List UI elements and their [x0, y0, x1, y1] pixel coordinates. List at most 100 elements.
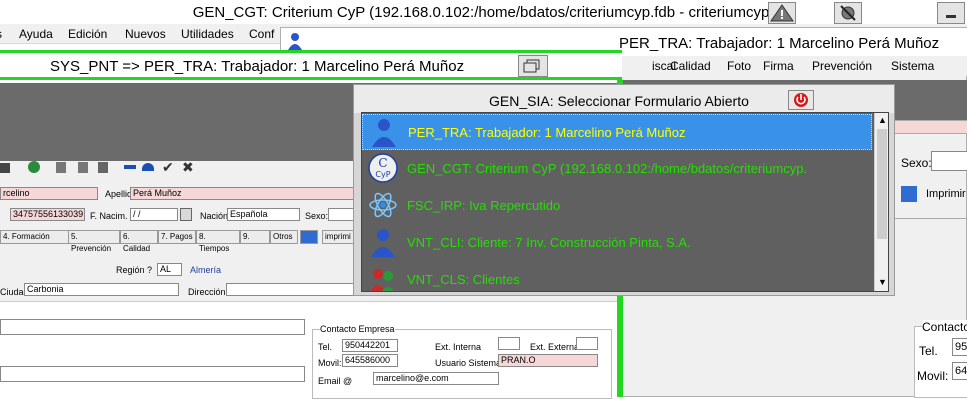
satellite-icon[interactable]	[834, 2, 862, 24]
menu-item-utilidades[interactable]: Utilidades	[181, 27, 234, 41]
copy-icon[interactable]	[56, 162, 66, 173]
menu-item-ayuda[interactable]: Ayuda	[19, 27, 53, 41]
pertra-print-icon[interactable]	[901, 186, 917, 202]
pertra-title-text: PER_TRA: Trabajador: 1 Marcelino Perá Mu…	[619, 35, 940, 52]
tab-prevencion[interactable]: 5. Prevención	[68, 230, 120, 253]
pertra-sexo-select[interactable]	[931, 151, 967, 171]
ciudad-field[interactable]: Carbonia	[24, 283, 179, 296]
pertra-tel-field[interactable]: 95	[952, 338, 967, 356]
scroll-thumb[interactable]	[877, 129, 887, 239]
list-item-label: GEN_CGT: Criterium CyP (192.168.0.102:/h…	[407, 161, 808, 176]
left-field-1[interactable]	[0, 319, 305, 335]
scroll-up-icon[interactable]: ▲	[878, 115, 887, 125]
ext-interna-field[interactable]	[498, 337, 520, 350]
email-field[interactable]: marcelino@e.com	[373, 372, 499, 385]
minus-icon[interactable]	[124, 165, 136, 169]
list-item[interactable]: VNT_CLI: Cliente: 7 Inv. Construcción Pi…	[362, 225, 872, 261]
left-field-2[interactable]	[0, 366, 305, 382]
tools-icon[interactable]	[78, 162, 88, 173]
person-icon	[369, 117, 399, 147]
person-icon	[368, 227, 398, 257]
menu-item-s[interactable]: s	[0, 27, 2, 41]
globe-icon[interactable]	[28, 161, 40, 173]
nacion-label: Nación:	[200, 211, 231, 221]
menu-item-nuevos[interactable]: Nuevos	[125, 27, 166, 41]
dialog-title-bar: GEN_SIA: Seleccionar Formulario Abierto	[354, 85, 894, 113]
warning-icon[interactable]	[768, 2, 796, 24]
menu-item-firma[interactable]: Firma	[763, 59, 794, 73]
pertra-pink-field[interactable]	[886, 120, 967, 134]
movil-label: Movil:	[318, 358, 342, 368]
menu-item-edicion[interactable]: Edición	[68, 27, 107, 41]
pertra-movil-field[interactable]: 64	[952, 362, 967, 380]
list-item[interactable]: PER_TRA: Trabajador: 1 Marcelino Perá Mu…	[362, 114, 872, 150]
menu-item-sistema[interactable]: Sistema	[891, 59, 934, 73]
tel-field[interactable]: 950442201	[342, 339, 398, 352]
usuario-field[interactable]: PRAN.O	[498, 354, 598, 367]
svg-text:C: C	[378, 156, 387, 170]
tab-print-icon[interactable]	[300, 230, 318, 244]
nombre-field[interactable]: rcelino	[0, 187, 98, 200]
tab-pagos[interactable]: 7. Pagos	[158, 230, 196, 244]
apellido-field[interactable]: Perá Muñoz	[130, 187, 355, 200]
pertra-sexo-label: Sexo:	[901, 156, 932, 170]
list-item[interactable]: C CyP GEN_CGT: Criterium CyP (192.168.0.1…	[362, 151, 872, 187]
list-item[interactable]: FSC_IRP: Iva Repercutido	[362, 188, 872, 224]
atom-icon	[368, 190, 398, 220]
syspnt-title-bar: SYS_PNT => PER_TRA: Trabajador: 1 Marcel…	[0, 50, 622, 80]
pertra-imprimir-label[interactable]: Imprimir	[926, 188, 966, 200]
form-tabs: 4. Formación 5. Prevención 6. Calidad 7.…	[0, 230, 360, 253]
menu-item-foto[interactable]: Foto	[727, 59, 751, 73]
menu-item-calidad[interactable]: Calidad	[670, 59, 711, 73]
list-item-label: FSC_IRP: Iva Repercutido	[407, 198, 561, 213]
calendar-icon[interactable]	[180, 208, 192, 221]
sexo-select[interactable]	[328, 208, 356, 221]
list-item-label: PER_TRA: Trabajador: 1 Marcelino Perá Mu…	[408, 125, 686, 140]
region-label: Región ?	[116, 265, 153, 275]
dialog-title-text: GEN_SIA: Seleccionar Formulario Abierto	[489, 93, 749, 109]
minimize-button[interactable]	[937, 2, 965, 24]
region-code-field[interactable]: AL	[157, 263, 182, 276]
fnacim-field[interactable]: / /	[130, 208, 178, 221]
list-scrollbar[interactable]: ▲ ▼	[874, 113, 888, 291]
region-value: Almería	[190, 265, 222, 275]
tel-label: Tel.	[318, 342, 333, 352]
email-label: Email @	[318, 376, 353, 386]
eject-icon[interactable]	[142, 163, 154, 171]
scroll-down-icon[interactable]: ▼	[878, 277, 887, 287]
contacto-label: Contacto Empresa	[320, 324, 395, 334]
select-form-dialog: GEN_SIA: Seleccionar Formulario Abierto …	[353, 84, 895, 296]
pertra-tel-label: Tel.	[919, 344, 938, 358]
tree-icon[interactable]	[98, 162, 108, 173]
list-item-label: VNT_CLI: Cliente: 7 Inv. Construcción Pi…	[407, 235, 691, 250]
nif-field[interactable]: 34757556133039	[10, 208, 85, 221]
tab-9[interactable]: 9.	[240, 230, 270, 244]
check-icon[interactable]: ✔	[162, 159, 174, 176]
sexo-label: Sexo:	[305, 211, 329, 221]
fnacim-label: F. Nacim.	[90, 211, 128, 221]
movil-field[interactable]: 645586000	[342, 354, 398, 367]
syspnt-title-text: SYS_PNT => PER_TRA: Trabajador: 1 Marcel…	[50, 58, 465, 75]
tab-formacion[interactable]: 4. Formación	[0, 230, 70, 244]
direccion-field[interactable]	[226, 283, 366, 296]
tab-calidad[interactable]: 6. Calidad	[120, 230, 158, 253]
open-forms-list[interactable]: PER_TRA: Trabajador: 1 Marcelino Perá Mu…	[361, 112, 889, 292]
nacion-field[interactable]: Española	[227, 208, 300, 221]
menu-item-prevencion[interactable]: Prevención	[812, 59, 872, 73]
nav-icon[interactable]	[0, 163, 10, 173]
pertra-field-divider	[886, 218, 967, 219]
people-icon	[368, 264, 398, 291]
ext-externa-field[interactable]	[576, 337, 598, 350]
tab-otros[interactable]: Otros	[270, 230, 298, 244]
list-item-label: VNT_CLS: Clientes	[407, 272, 520, 287]
restore-window-icon[interactable]	[518, 55, 548, 77]
pertra-movil-label: Movil:	[917, 369, 949, 383]
menu-item-conf[interactable]: Conf	[249, 27, 274, 41]
list-item[interactable]: VNT_CLS: Clientes	[362, 262, 872, 291]
close-icon[interactable]: ✖	[182, 159, 194, 176]
power-close-icon[interactable]	[788, 90, 814, 110]
cyp-logo-icon: C CyP	[368, 153, 398, 183]
tab-tiempos[interactable]: 8. Tiempos	[196, 230, 240, 253]
direccion-label: Dirección:	[188, 287, 229, 297]
ext-interna-label: Ext. Interna	[435, 342, 482, 352]
